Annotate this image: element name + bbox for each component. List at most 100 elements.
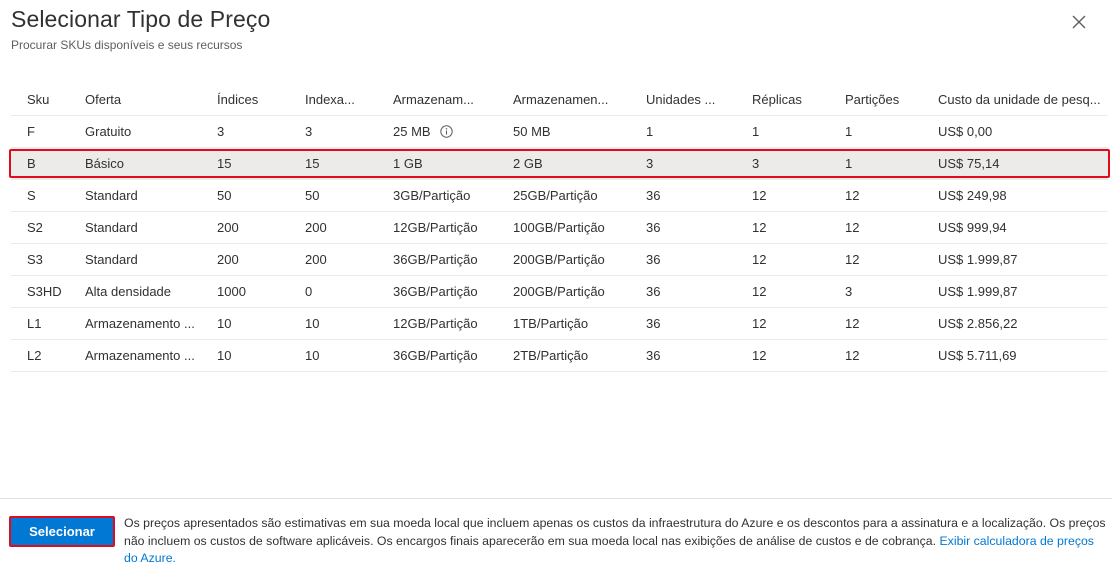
cell-custo: US$ 2.856,22 — [938, 316, 1018, 331]
cell-particoes: 1 — [845, 124, 853, 139]
table-row[interactable]: S3 Standard 200 200 36GB/Partição 200GB/… — [11, 244, 1108, 276]
cell-particoes: 3 — [845, 284, 853, 299]
cell-particoes: 12 — [845, 220, 860, 235]
cell-particoes: 12 — [845, 316, 860, 331]
cell-armazenamento-total: 25GB/Partição — [513, 188, 598, 203]
cell-indices: 3 — [217, 124, 225, 139]
column-header-sku[interactable]: Sku — [27, 84, 77, 115]
column-header-indexadores[interactable]: Indexa... — [305, 84, 385, 115]
cell-indexadores: 10 — [305, 316, 320, 331]
cell-indices: 10 — [217, 348, 232, 363]
cell-armazenamento-total: 50 MB — [513, 124, 551, 139]
footer-divider — [0, 498, 1112, 499]
table-row[interactable]: F Gratuito 3 3 25 MB 50 MB 1 1 1 US$ 0,0… — [11, 116, 1108, 148]
cell-replicas: 12 — [752, 348, 767, 363]
column-header-armazenamento-total[interactable]: Armazenamen... — [513, 84, 637, 115]
cell-particoes: 12 — [845, 348, 860, 363]
cell-indexadores: 0 — [305, 284, 313, 299]
cell-unidades: 36 — [646, 316, 661, 331]
column-header-unidades[interactable]: Unidades ... — [646, 84, 742, 115]
cell-armazenamento: 3GB/Partição — [393, 188, 471, 203]
table-row[interactable]: S2 Standard 200 200 12GB/Partição 100GB/… — [11, 212, 1108, 244]
cell-custo: US$ 999,94 — [938, 220, 1007, 235]
column-header-indices[interactable]: Índices — [217, 84, 297, 115]
pricing-disclaimer: Os preços apresentados são estimativas e… — [124, 515, 1109, 568]
cell-sku: S3HD — [27, 284, 62, 299]
cell-sku: S3 — [27, 252, 43, 267]
column-header-oferta[interactable]: Oferta — [85, 84, 205, 115]
cell-replicas: 12 — [752, 188, 767, 203]
table-row[interactable]: S Standard 50 50 3GB/Partição 25GB/Parti… — [11, 180, 1108, 212]
cell-replicas: 12 — [752, 252, 767, 267]
cell-sku: L2 — [27, 348, 42, 363]
cell-sku: S — [27, 188, 36, 203]
cell-replicas: 1 — [752, 124, 760, 139]
cell-indices: 10 — [217, 316, 232, 331]
cell-sku: F — [27, 124, 35, 139]
cell-indexadores: 50 — [305, 188, 320, 203]
cell-particoes: 12 — [845, 188, 860, 203]
cell-unidades: 36 — [646, 348, 661, 363]
close-icon — [1072, 15, 1086, 29]
cell-custo: US$ 1.999,87 — [938, 284, 1018, 299]
cell-indices: 1000 — [217, 284, 246, 299]
cell-unidades: 3 — [646, 156, 654, 171]
cell-sku: B — [27, 156, 36, 171]
cell-custo: US$ 5.711,69 — [938, 348, 1017, 363]
cell-oferta: Básico — [85, 156, 125, 171]
cell-indexadores: 200 — [305, 252, 327, 267]
cell-replicas: 3 — [752, 156, 760, 171]
cell-armazenamento: 12GB/Partição — [393, 220, 478, 235]
column-header-replicas[interactable]: Réplicas — [752, 84, 836, 115]
table-row[interactable]: L2 Armazenamento ... 10 10 36GB/Partição… — [11, 340, 1108, 372]
cell-unidades: 36 — [646, 220, 661, 235]
cell-unidades: 36 — [646, 188, 661, 203]
cell-sku: L1 — [27, 316, 42, 331]
cell-replicas: 12 — [752, 316, 767, 331]
cell-indexadores: 10 — [305, 348, 320, 363]
cell-armazenamento-total: 200GB/Partição — [513, 284, 605, 299]
cell-armazenamento-total: 100GB/Partição — [513, 220, 605, 235]
cell-oferta: Armazenamento ... — [85, 316, 195, 331]
cell-custo: US$ 0,00 — [938, 124, 993, 139]
cell-replicas: 12 — [752, 284, 767, 299]
column-header-custo[interactable]: Custo da unidade de pesq... — [938, 84, 1106, 115]
cell-oferta: Standard — [85, 188, 138, 203]
cell-armazenamento-total: 200GB/Partição — [513, 252, 605, 267]
cell-armazenamento: 36GB/Partição — [393, 252, 478, 267]
cell-oferta: Gratuito — [85, 124, 132, 139]
page-title: Selecionar Tipo de Preço — [11, 6, 271, 32]
pricing-tier-grid: Sku Oferta Índices Indexa... Armazenam..… — [9, 84, 1110, 372]
cell-custo: US$ 1.999,87 — [938, 252, 1018, 267]
cell-custo: US$ 249,98 — [938, 188, 1007, 203]
select-button[interactable]: Selecionar — [11, 518, 113, 545]
info-icon[interactable] — [439, 125, 453, 138]
cell-indexadores: 15 — [305, 156, 320, 171]
cell-replicas: 12 — [752, 220, 767, 235]
cell-armazenamento-total: 2 GB — [513, 156, 543, 171]
cell-oferta: Alta densidade — [85, 284, 172, 299]
cell-indices: 200 — [217, 220, 239, 235]
table-row[interactable]: S3HD Alta densidade 1000 0 36GB/Partição… — [11, 276, 1108, 308]
cell-indices: 15 — [217, 156, 232, 171]
cell-indexadores: 200 — [305, 220, 327, 235]
cell-indices: 50 — [217, 188, 232, 203]
cell-sku: S2 — [27, 220, 43, 235]
cell-armazenamento: 25 MB — [393, 116, 505, 147]
cell-particoes: 12 — [845, 252, 860, 267]
cell-armazenamento-value: 25 MB — [393, 124, 431, 139]
column-header-armazenamento[interactable]: Armazenam... — [393, 84, 505, 115]
cell-custo: US$ 75,14 — [938, 156, 1000, 171]
cell-armazenamento-total: 1TB/Partição — [513, 316, 589, 331]
cell-indices: 200 — [217, 252, 239, 267]
close-button[interactable] — [1068, 11, 1090, 33]
table-row-selected[interactable]: B Básico 15 15 1 GB 2 GB 3 3 1 US$ 75,14 — [9, 148, 1110, 180]
cell-armazenamento: 1 GB — [393, 156, 423, 171]
grid-header-row: Sku Oferta Índices Indexa... Armazenam..… — [11, 84, 1108, 116]
cell-unidades: 36 — [646, 284, 661, 299]
cell-oferta: Standard — [85, 252, 138, 267]
table-row[interactable]: L1 Armazenamento ... 10 10 12GB/Partição… — [11, 308, 1108, 340]
page-subtitle: Procurar SKUs disponíveis e seus recurso… — [11, 38, 243, 52]
column-header-particoes[interactable]: Partições — [845, 84, 929, 115]
cell-armazenamento-total: 2TB/Partição — [513, 348, 589, 363]
